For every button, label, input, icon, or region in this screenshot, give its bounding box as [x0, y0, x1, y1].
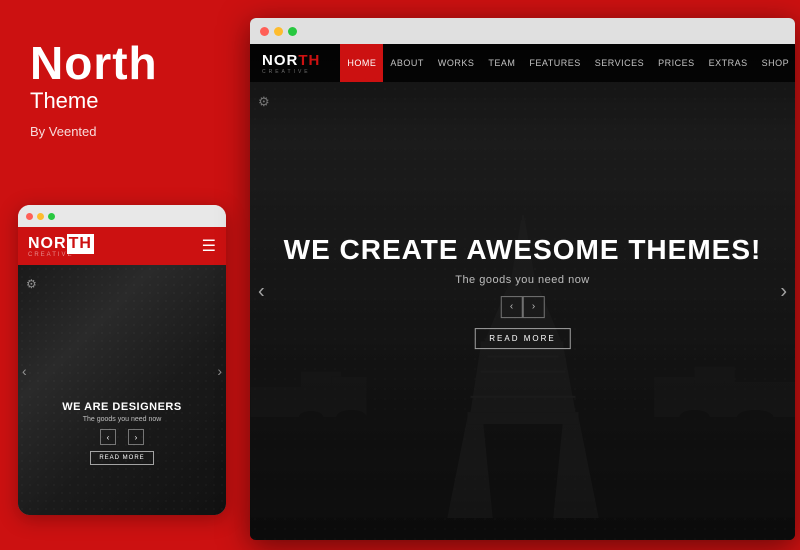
mobile-hero-arrows: ‹ › [18, 429, 226, 445]
desktop-preview: NOR TH CREATIVE HOME ABOUT WORKS TEAM FE… [250, 18, 795, 540]
theme-title: North [30, 40, 215, 86]
mobile-logo: NOR TH CREATIVE [28, 234, 94, 258]
desktop-dot-red [260, 27, 269, 36]
nav-item-services[interactable]: SERVICES [588, 44, 651, 82]
nav-item-shop[interactable]: SHOP [755, 44, 795, 82]
desktop-logo-sub: CREATIVE [262, 69, 320, 75]
mobile-hero-subtitle: The goods you need now [18, 416, 226, 423]
mobile-read-more-btn[interactable]: READ MORE [90, 451, 153, 465]
mobile-preview: NOR TH CREATIVE ☰ ⚙ ‹ › WE ARE DESIGNERS… [18, 205, 226, 515]
desktop-logo-text: NOR TH [262, 52, 320, 69]
hamburger-icon[interactable]: ☰ [202, 236, 216, 256]
mobile-next-arrow[interactable]: › [217, 363, 222, 379]
desktop-settings-icon[interactable]: ⚙ [258, 94, 270, 110]
desktop-logo-nor: NOR [262, 52, 298, 69]
desktop-nav: NOR TH CREATIVE HOME ABOUT WORKS TEAM FE… [250, 44, 795, 82]
desktop-dot-yellow [274, 27, 283, 36]
desktop-dot-green [288, 27, 297, 36]
theme-author: By Veented [30, 124, 215, 139]
mobile-browser-bar [18, 205, 226, 227]
nav-item-prices[interactable]: PRICES [651, 44, 702, 82]
mobile-content: NOR TH CREATIVE ☰ ⚙ ‹ › WE ARE DESIGNERS… [18, 227, 226, 515]
desktop-hero-subtitle: The goods you need now [277, 274, 768, 286]
nav-item-about[interactable]: ABOUT [383, 44, 431, 82]
mobile-bg-pattern [18, 265, 226, 515]
nav-item-extras[interactable]: EXTRAS [702, 44, 755, 82]
mobile-hero-title: WE ARE DESIGNERS [18, 401, 226, 413]
mobile-hero: WE ARE DESIGNERS The goods you need now … [18, 401, 226, 465]
nav-item-works[interactable]: WORKS [431, 44, 482, 82]
desktop-read-more-btn[interactable]: READ MORE [474, 328, 570, 349]
mobile-arrow-next[interactable]: › [128, 429, 144, 445]
theme-subtitle: Theme [30, 88, 215, 114]
desktop-hero-arrow-prev[interactable]: ‹ [501, 296, 523, 318]
desktop-browser-bar [250, 18, 795, 44]
mobile-nav: NOR TH CREATIVE ☰ [18, 227, 226, 265]
mobile-bg [18, 265, 226, 515]
desktop-hero-title: WE CREATE AWESOME THEMES! [277, 235, 768, 266]
desktop-prev-slide[interactable]: ‹ [258, 281, 265, 304]
mobile-prev-arrow[interactable]: ‹ [22, 363, 27, 379]
left-panel: North Theme By Veented NOR TH [0, 0, 245, 550]
desktop-hero: WE CREATE AWESOME THEMES! The goods you … [277, 235, 768, 349]
mobile-logo-nor: NOR [28, 235, 67, 253]
mobile-logo-th: TH [67, 234, 94, 254]
desktop-nav-items: HOME ABOUT WORKS TEAM FEATURES SERVICES … [340, 44, 795, 82]
mobile-arrow-prev[interactable]: ‹ [100, 429, 116, 445]
nav-item-team[interactable]: TEAM [481, 44, 522, 82]
desktop-next-slide[interactable]: › [780, 281, 787, 304]
desktop-content: NOR TH CREATIVE HOME ABOUT WORKS TEAM FE… [250, 44, 795, 540]
mobile-dot-yellow [37, 213, 44, 220]
mobile-logo-block: NOR TH CREATIVE [28, 234, 94, 258]
mobile-settings-icon[interactable]: ⚙ [26, 277, 37, 291]
desktop-hero-arrow-next[interactable]: › [523, 296, 545, 318]
desktop-logo: NOR TH CREATIVE [262, 52, 320, 75]
mobile-dot-red [26, 213, 33, 220]
nav-item-features[interactable]: FEATURES [522, 44, 587, 82]
desktop-hero-arrows: ‹ › [277, 296, 768, 318]
mobile-dot-green [48, 213, 55, 220]
desktop-logo-th: TH [298, 52, 320, 69]
nav-item-home[interactable]: HOME [340, 44, 383, 82]
title-section: North Theme By Veented [0, 0, 245, 159]
